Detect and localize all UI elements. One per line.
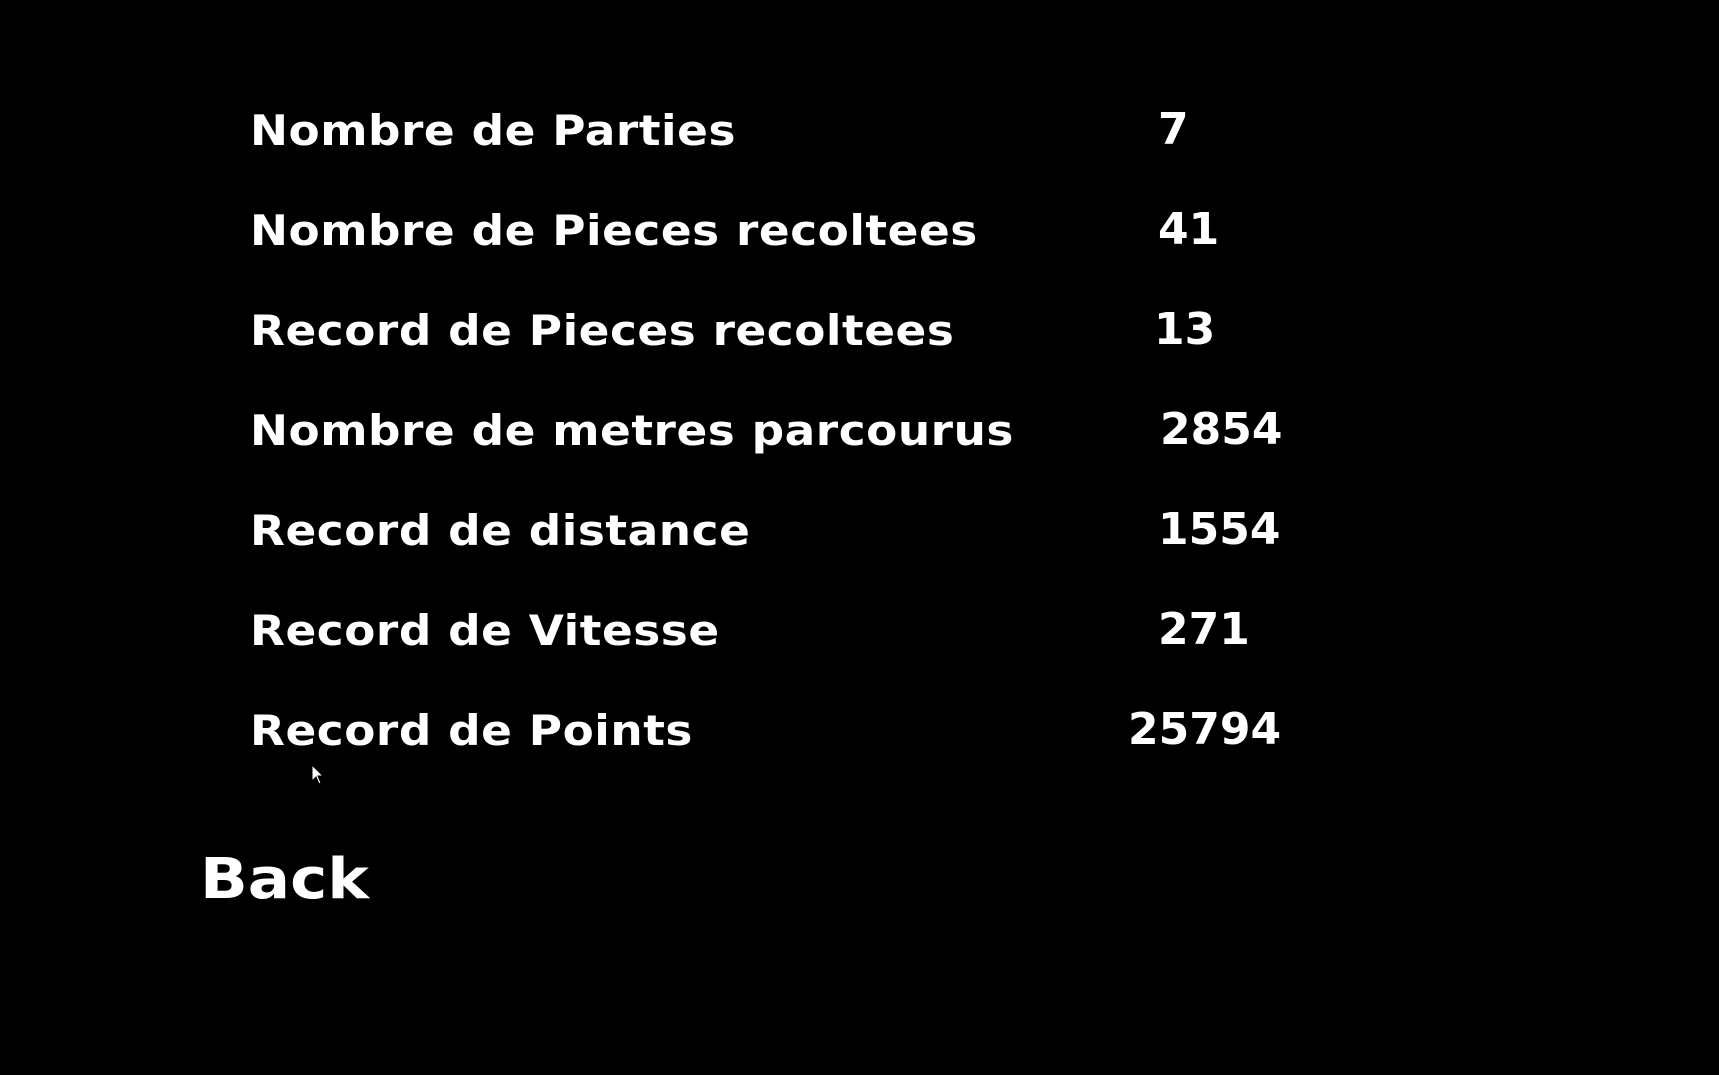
stat-label: Record de Pieces recoltees — [250, 306, 955, 355]
stats-list: Nombre de Parties 7 Nombre de Pieces rec… — [0, 0, 1719, 760]
back-button[interactable]: Back — [200, 852, 369, 908]
stat-row-record-points: Record de Points 25794 — [250, 692, 1350, 752]
stat-label: Record de Points — [250, 706, 693, 755]
stat-value: 1554 — [1158, 504, 1281, 555]
stat-row-record-pieces: Record de Pieces recoltees 13 — [250, 292, 1350, 352]
stat-label: Nombre de metres parcourus — [250, 406, 1014, 455]
stat-row-parties: Nombre de Parties 7 — [250, 92, 1350, 152]
stat-value: 271 — [1158, 604, 1250, 655]
stats-screen: Nombre de Parties 7 Nombre de Pieces rec… — [0, 0, 1719, 1075]
stat-value: 2854 — [1160, 404, 1283, 455]
stat-row-pieces: Nombre de Pieces recoltees 41 — [250, 192, 1350, 252]
stat-label: Record de distance — [250, 506, 751, 555]
stat-value: 41 — [1158, 204, 1220, 255]
stat-value: 13 — [1154, 304, 1216, 355]
stat-value: 25794 — [1128, 704, 1282, 755]
stat-label: Record de Vitesse — [250, 606, 720, 655]
stat-label: Nombre de Parties — [250, 106, 736, 155]
mouse-pointer-icon — [311, 764, 325, 785]
stat-row-record-distance: Record de distance 1554 — [250, 492, 1350, 552]
stat-value: 7 — [1158, 104, 1189, 155]
stat-row-record-vitesse: Record de Vitesse 271 — [250, 592, 1350, 652]
stat-label: Nombre de Pieces recoltees — [250, 206, 978, 255]
stat-row-metres: Nombre de metres parcourus 2854 — [250, 392, 1350, 452]
